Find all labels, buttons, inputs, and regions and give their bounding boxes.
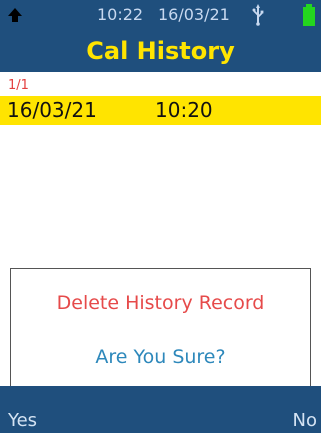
header: 10:22 16/03/21 Cal History [0,0,321,72]
page-title: Cal History [86,37,235,65]
yes-button[interactable]: Yes [8,411,37,431]
record-date: 16/03/21 [7,98,97,122]
page-indicator: 1/1 [8,78,29,93]
history-record-row[interactable]: 16/03/21 10:20 [0,96,321,125]
dialog-title: Delete History Record [56,292,265,314]
footer-softkeys: Yes No [0,386,321,433]
usb-icon [252,4,264,26]
status-time: 10:22 [97,5,144,24]
cal-history-screen: 10:22 16/03/21 Cal History 1/1 16/03/21 … [0,0,321,433]
delete-confirmation-dialog: Delete History Record Are You Sure? [10,268,311,387]
status-date: 16/03/21 [158,5,230,24]
record-time: 10:20 [155,98,213,122]
status-bar: 10:22 16/03/21 [0,0,321,34]
up-arrow-icon [8,8,22,22]
battery-icon [303,4,315,26]
dialog-question: Are You Sure? [95,346,226,368]
no-button[interactable]: No [293,411,317,431]
